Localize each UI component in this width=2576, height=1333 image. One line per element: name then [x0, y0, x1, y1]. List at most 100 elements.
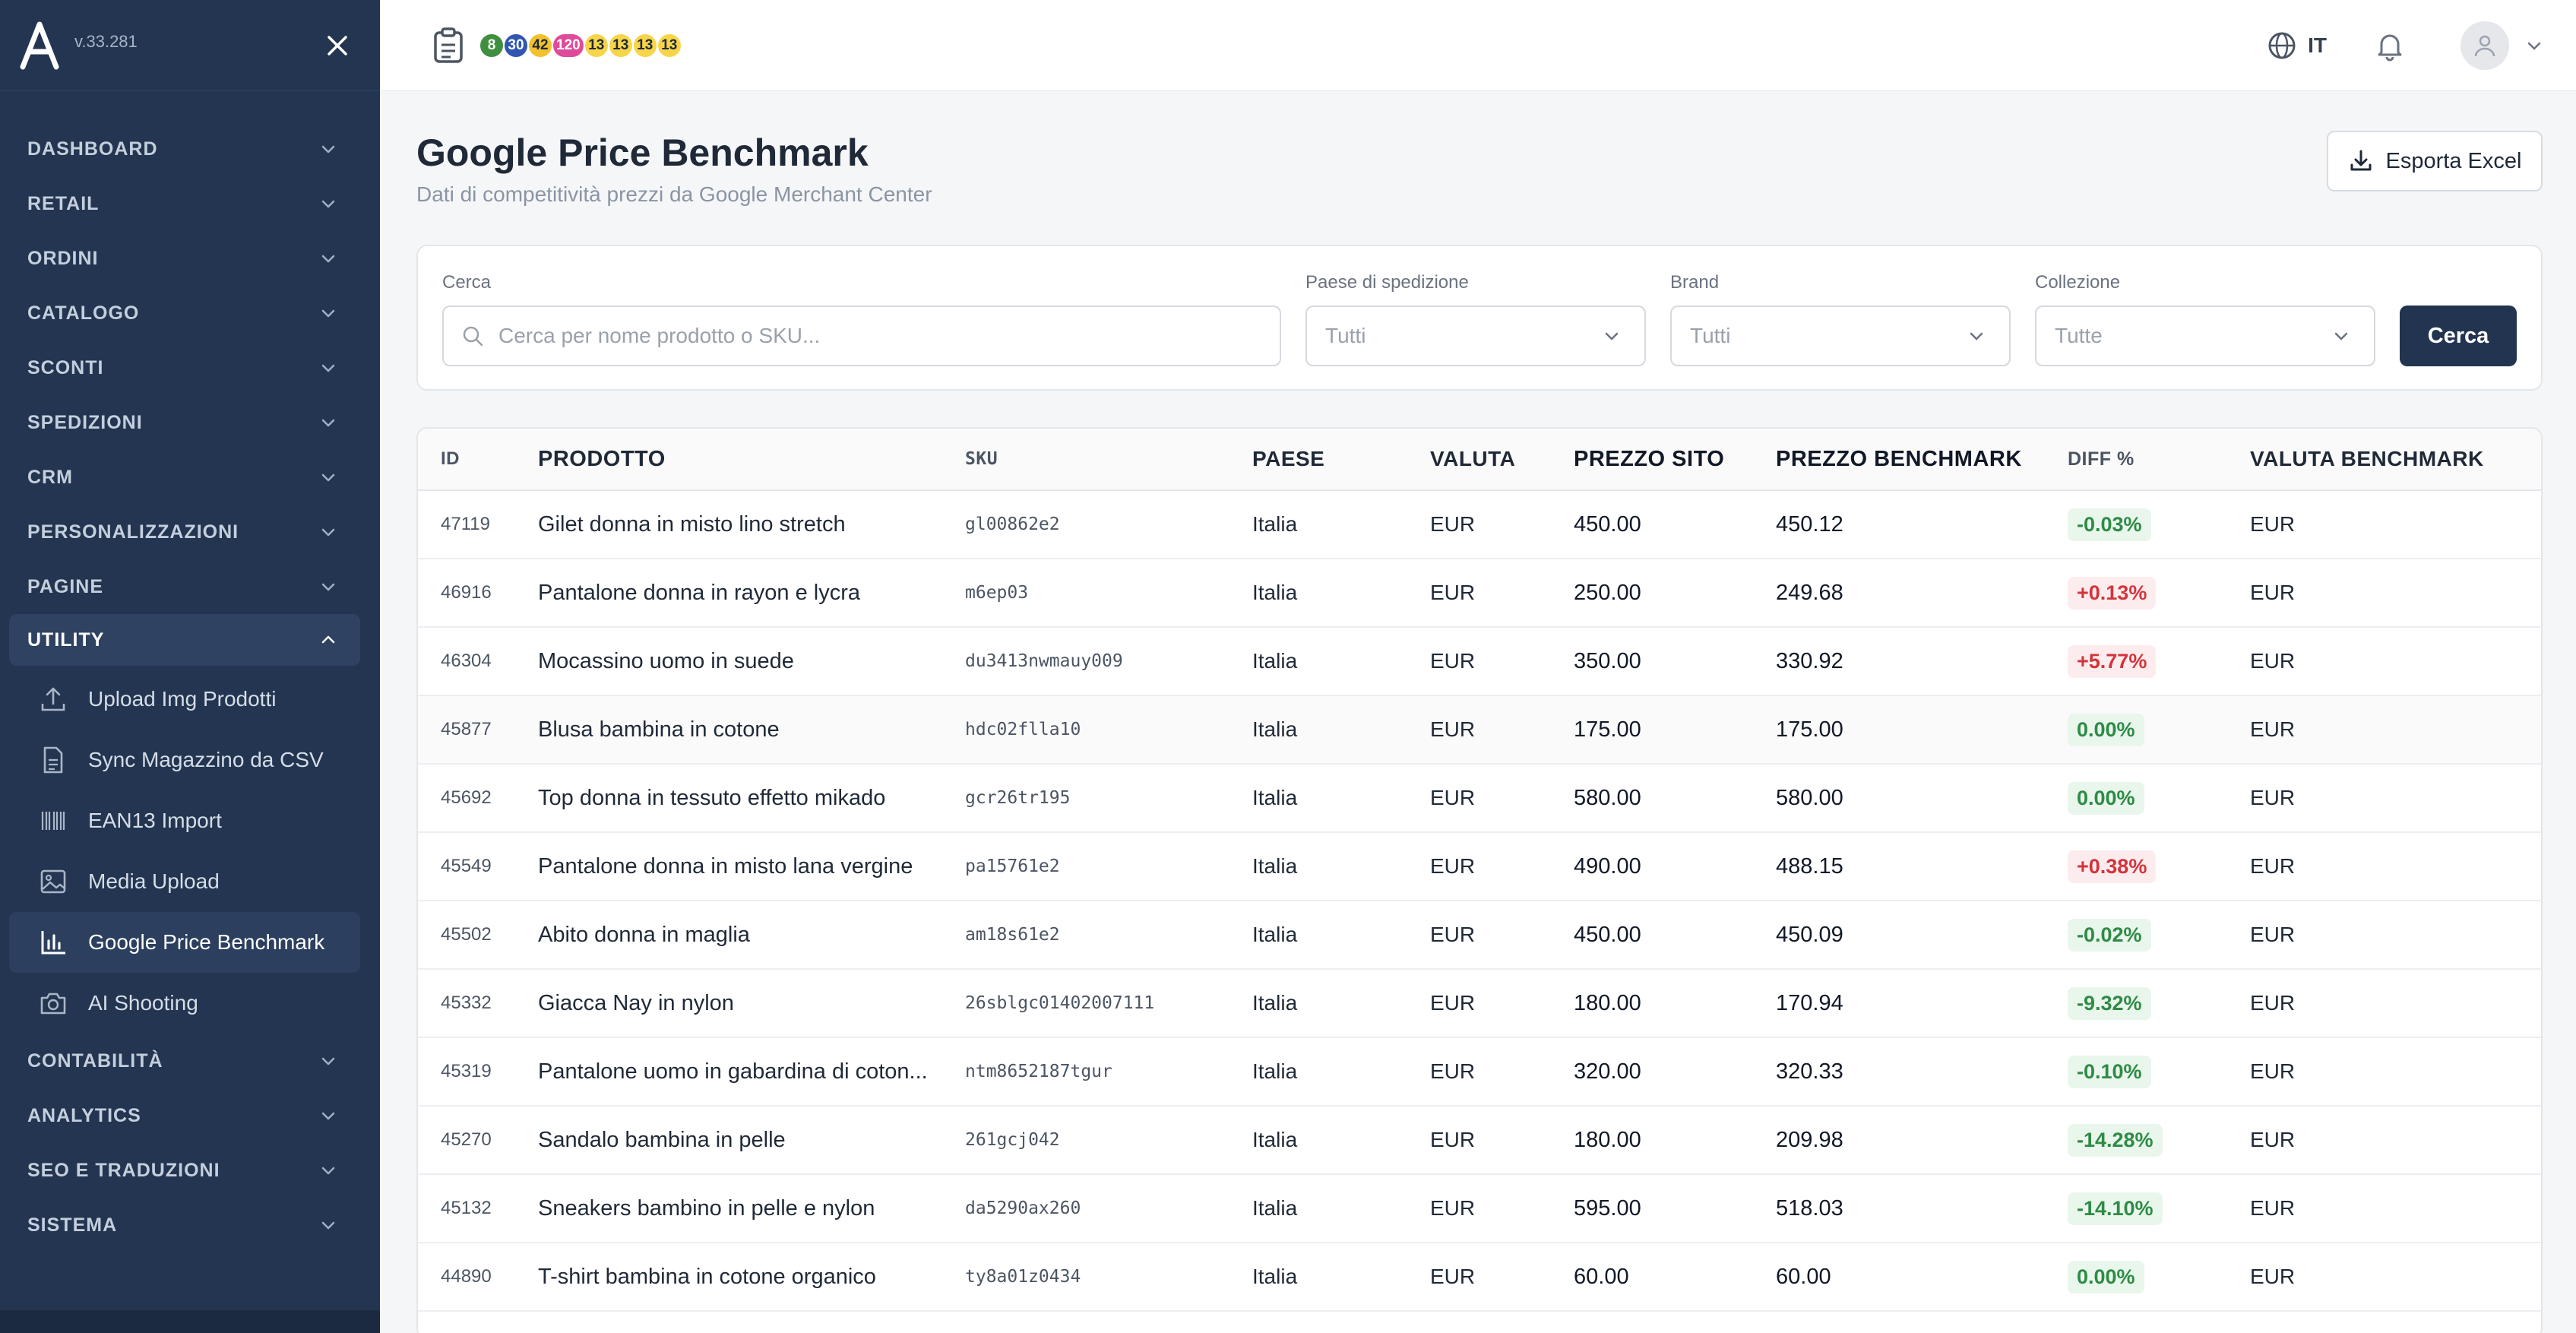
app-version: v.33.281: [74, 31, 138, 51]
cell-diff: 0.00%: [2068, 781, 2250, 815]
column-header-valuta[interactable]: VALUTA: [1430, 447, 1574, 471]
cell-id: 45692: [441, 787, 492, 808]
table-row[interactable]: 45270 Sandalo bambina in pelle 261gcj042…: [418, 1107, 2541, 1175]
column-header-prodotto[interactable]: PRODOTTO: [538, 447, 965, 472]
table-row[interactable]: 45877 Blusa bambina in cotone hdc02flla1…: [418, 696, 2541, 765]
table-row[interactable]: 45502 Abito donna in maglia am18s61e2 It…: [418, 901, 2541, 970]
cell-benchmark-price: 450.12: [1776, 511, 1843, 537]
count-badge[interactable]: 120: [552, 32, 585, 59]
sidebar-section-ordini[interactable]: ORDINI: [0, 231, 380, 286]
cell-country: Italia: [1252, 991, 1298, 1015]
collection-select[interactable]: Tutte: [2035, 306, 2375, 366]
count-badge[interactable]: 8: [479, 32, 505, 59]
sidebar-item-ai-shooting[interactable]: AI Shooting: [9, 973, 360, 1034]
table-row[interactable]: 47119 Gilet donna in misto lino stretch …: [418, 491, 2541, 559]
table-row[interactable]: 44890 T-shirt bambina in cotone organico…: [418, 1243, 2541, 1312]
file-csv-icon: [38, 745, 68, 775]
chevron-down-icon: [2334, 332, 2348, 340]
sidebar-section-label: DASHBOARD: [27, 138, 158, 160]
table-row[interactable]: 45132 Sneakers bambino in pelle e nylon …: [418, 1175, 2541, 1243]
cell-benchmark-price: 450.09: [1776, 922, 1843, 947]
count-badge[interactable]: 13: [656, 32, 682, 59]
cell-product[interactable]: Abito donna in maglia: [538, 923, 965, 948]
bell-icon[interactable]: [2374, 30, 2406, 62]
cell-benchmark-price: 580.00: [1776, 785, 1843, 810]
sidebar-item-google-price-benchmark[interactable]: Google Price Benchmark: [9, 912, 360, 973]
sidebar-section-utility[interactable]: UTILITY: [9, 614, 360, 666]
sidebar-item-label: Media Upload: [88, 869, 220, 893]
count-badge[interactable]: 13: [631, 32, 658, 59]
cell-product[interactable]: Pantalone donna in misto lana vergine: [538, 854, 965, 879]
chevron-down-icon: [321, 1057, 335, 1065]
sidebar-section-sistema[interactable]: SISTEMA: [0, 1198, 380, 1252]
sidebar-item-label: Upload Img Prodotti: [88, 687, 277, 711]
cell-product[interactable]: Gilet donna in misto lino stretch: [538, 512, 965, 537]
brand-select[interactable]: Tutti: [1670, 306, 2011, 366]
cell-id: 46304: [441, 651, 492, 671]
column-header-sku[interactable]: SKU: [965, 449, 1252, 469]
table-row[interactable]: 46916 Pantalone donna in rayon e lycra m…: [418, 559, 2541, 628]
column-header-id[interactable]: ID: [418, 448, 538, 470]
sidebar-item-sync-magazzino-da-csv[interactable]: Sync Magazzino da CSV: [9, 730, 360, 790]
column-header-prezzo-sito[interactable]: PREZZO SITO: [1574, 447, 1776, 472]
sidebar-section-personalizzazioni[interactable]: PERSONALIZZAZIONI: [0, 505, 380, 559]
language-selector[interactable]: IT: [2267, 30, 2327, 61]
image-icon: [38, 866, 68, 897]
diff-badge: -0.02%: [2068, 918, 2151, 951]
sidebar-section-seo-e-traduzioni[interactable]: SEO E TRADUZIONI: [0, 1143, 380, 1198]
cell-benchmark-currency: EUR: [2250, 717, 2296, 741]
app-logo-icon[interactable]: [18, 21, 61, 70]
cell-product[interactable]: Pantalone uomo in gabardina di coton...: [538, 1059, 965, 1084]
chevron-down-icon[interactable]: [2524, 36, 2544, 55]
cell-product[interactable]: Top donna in tessuto effetto mikado: [538, 786, 965, 811]
cell-product[interactable]: Pantalone donna in rayon e lycra: [538, 581, 965, 606]
avatar[interactable]: [2460, 21, 2509, 70]
sidebar-section-sconti[interactable]: SCONTI: [0, 340, 380, 395]
cell-benchmark-currency: EUR: [2250, 854, 2296, 878]
cell-product[interactable]: Mocassino uomo in suede: [538, 649, 965, 674]
sidebar-section-analytics[interactable]: ANALYTICS: [0, 1088, 380, 1143]
diff-badge: -14.28%: [2068, 1123, 2163, 1157]
table-row[interactable]: 45549 Pantalone donna in misto lana verg…: [418, 833, 2541, 901]
table-row[interactable]: 45332 Giacca Nay in nylon 26sblgc0140200…: [418, 970, 2541, 1038]
column-header-paese[interactable]: PAESE: [1252, 447, 1430, 471]
clipboard-icon[interactable]: [430, 25, 467, 66]
sidebar-section-dashboard[interactable]: DASHBOARD: [0, 122, 380, 176]
cell-country: Italia: [1252, 923, 1298, 946]
cell-country: Italia: [1252, 717, 1298, 741]
table-row[interactable]: 45692 Top donna in tessuto effetto mikad…: [418, 765, 2541, 833]
sidebar-section-retail[interactable]: RETAIL: [0, 176, 380, 231]
cell-product[interactable]: Sandalo bambina in pelle: [538, 1128, 965, 1153]
cell-diff: -0.02%: [2068, 918, 2250, 951]
search-input[interactable]: Cerca per nome prodotto o SKU...: [442, 306, 1281, 366]
column-header-diff[interactable]: DIFF %: [2068, 448, 2250, 470]
table-row[interactable]: 46304 Mocassino uomo in suede du3413nwma…: [418, 628, 2541, 696]
country-select[interactable]: Tutti: [1305, 306, 1646, 366]
cell-product[interactable]: Giacca Nay in nylon: [538, 991, 965, 1016]
count-badge[interactable]: 30: [503, 32, 529, 59]
cell-product[interactable]: Blusa bambina in cotone: [538, 717, 965, 742]
cell-currency: EUR: [1430, 991, 1476, 1015]
count-badge[interactable]: 13: [607, 32, 634, 59]
cell-product[interactable]: T-shirt bambina in cotone organico: [538, 1265, 965, 1290]
column-header-valuta-benchmark[interactable]: VALUTA BENCHMARK: [2250, 447, 2484, 471]
count-badge[interactable]: 13: [583, 32, 609, 59]
cell-product[interactable]: Sneakers bambino in pelle e nylon: [538, 1196, 965, 1221]
cell-site-price: 350.00: [1574, 648, 1641, 673]
export-excel-button[interactable]: Esporta Excel: [2327, 131, 2543, 192]
sidebar-section-contabilita[interactable]: CONTABILITÀ: [0, 1034, 380, 1088]
sidebar-section-spedizioni[interactable]: SPEDIZIONI: [0, 395, 380, 450]
sidebar-item-label: Sync Magazzino da CSV: [88, 748, 324, 771]
sidebar-section-pagine[interactable]: PAGINE: [0, 559, 380, 614]
sidebar-item-ean13-import[interactable]: EAN13 Import: [9, 790, 360, 851]
sidebar-item-media-upload[interactable]: Media Upload: [9, 851, 360, 912]
sidebar-section-crm[interactable]: CRM: [0, 450, 380, 505]
cell-country: Italia: [1252, 1059, 1298, 1083]
sidebar-item-upload-img-prodotti[interactable]: Upload Img Prodotti: [9, 669, 360, 730]
close-sidebar-icon[interactable]: [322, 30, 353, 61]
table-row[interactable]: 45319 Pantalone uomo in gabardina di cot…: [418, 1038, 2541, 1107]
sidebar-section-catalogo[interactable]: CATALOGO: [0, 286, 380, 340]
search-button[interactable]: Cerca: [2400, 306, 2517, 366]
column-header-prezzo-benchmark[interactable]: PREZZO BENCHMARK: [1776, 447, 2068, 472]
count-badge[interactable]: 42: [527, 32, 553, 59]
